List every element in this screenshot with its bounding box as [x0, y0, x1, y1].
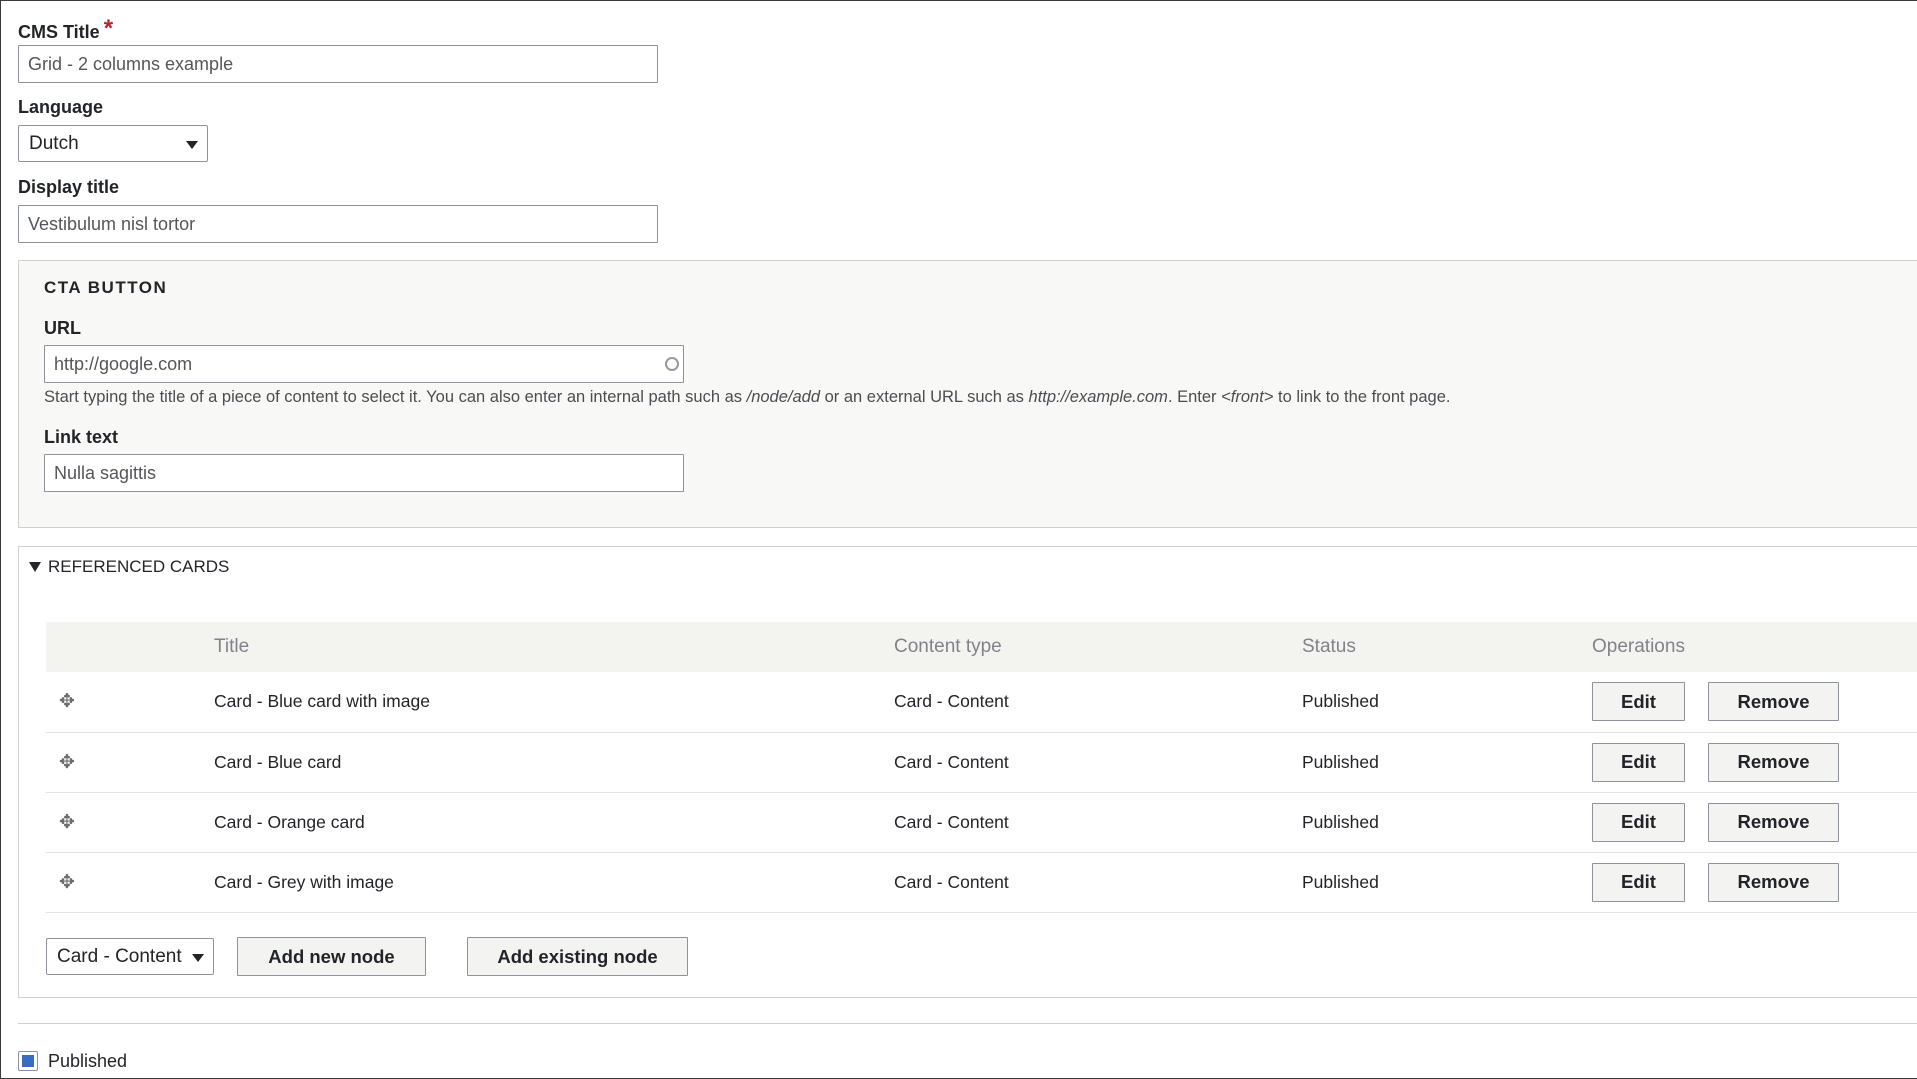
url-label: URL — [44, 318, 81, 338]
edit-button[interactable]: Edit — [1592, 682, 1685, 722]
drag-handle-icon[interactable]: ✥ — [57, 812, 77, 833]
row-content-type: Card - Content — [894, 732, 1302, 793]
row-operations: Edit Remove — [1592, 792, 1917, 853]
referenced-cards-summary-label: REFERENCED CARDS — [48, 557, 230, 576]
display-title-input[interactable]: Vestibulum nisl tortor — [18, 205, 658, 243]
url-description-example-front: <front> — [1221, 388, 1274, 406]
table-header-row: Title Content type Status Operations — [46, 622, 1917, 672]
published-label: Published — [48, 1051, 128, 1071]
url-input-value: http://google.com — [54, 354, 193, 374]
node-edit-form: CMS Title * Grid - 2 columns example Lang… — [0, 0, 1917, 1079]
table-row: ✥ Card - Blue card with image Card - Con… — [46, 672, 1917, 733]
drag-handle-icon[interactable]: ✥ — [57, 872, 77, 893]
bundle-select-value: Card - Content — [57, 946, 182, 967]
url-description-text-1: Start typing the title of a piece of con… — [44, 388, 747, 406]
drag-cell: ✥ — [46, 732, 214, 793]
remove-button[interactable]: Remove — [1708, 682, 1839, 722]
cta-button-fieldset: CTA BUTTON URL http://google.com Start t… — [18, 260, 1917, 528]
add-node-actions: Card - Content Add new node Add existing… — [46, 937, 688, 976]
language-select-value: Dutch — [29, 133, 79, 154]
url-description-example-internal: /node/add — [746, 388, 821, 406]
row-content-type: Card - Content — [894, 672, 1302, 733]
link-text-label: Link text — [44, 427, 119, 447]
row-title: Card - Orange card — [214, 792, 894, 853]
chevron-down-icon — [186, 141, 198, 149]
edit-button[interactable]: Edit — [1592, 862, 1685, 902]
row-status: Published — [1302, 732, 1592, 793]
drag-handle-icon[interactable]: ✥ — [57, 752, 77, 773]
chevron-down-icon — [192, 954, 204, 962]
edit-button[interactable]: Edit — [1592, 742, 1685, 782]
column-title: Title — [214, 636, 250, 657]
url-description-text-4: to link to the front page. — [1273, 388, 1451, 406]
bundle-select[interactable]: Card - Content — [46, 938, 214, 975]
triangle-down-icon — [29, 562, 41, 572]
url-description: Start typing the title of a piece of con… — [44, 388, 1450, 407]
url-description-text-3: . Enter — [1167, 388, 1222, 406]
table-row: ✥ Card - Blue card Card - Content Publis… — [46, 732, 1917, 793]
row-operations: Edit Remove — [1592, 672, 1917, 733]
column-drag — [46, 622, 214, 672]
remove-button[interactable]: Remove — [1708, 862, 1839, 902]
display-title-label: Display title — [18, 177, 120, 197]
language-select[interactable]: Dutch — [18, 125, 208, 162]
remove-button[interactable]: Remove — [1708, 802, 1839, 842]
row-title: Card - Grey with image — [214, 852, 894, 913]
column-content-type: Content type — [894, 636, 1002, 657]
url-input[interactable]: http://google.com — [44, 345, 684, 383]
autocomplete-throbber-icon — [665, 357, 679, 371]
link-text-input[interactable]: Nulla sagittis — [44, 454, 684, 492]
referenced-cards-details: REFERENCED CARDS Title Content type Stat… — [18, 546, 1917, 998]
row-status: Published — [1302, 852, 1592, 913]
drag-cell: ✥ — [46, 852, 214, 913]
drag-cell: ✥ — [46, 672, 214, 733]
checkbox-checked-mark — [22, 1055, 34, 1067]
table-row: ✥ Card - Orange card Card - Content Publ… — [46, 792, 1917, 853]
column-status: Status — [1302, 636, 1356, 657]
table-row: ✥ Card - Grey with image Card - Content … — [46, 852, 1917, 913]
row-operations: Edit Remove — [1592, 732, 1917, 793]
drag-handle-icon[interactable]: ✥ — [57, 692, 77, 712]
column-operations: Operations — [1592, 636, 1685, 657]
divider — [18, 1023, 1917, 1024]
required-marker: * — [103, 15, 114, 42]
add-existing-node-button[interactable]: Add existing node — [467, 937, 688, 976]
published-checkbox[interactable] — [18, 1051, 38, 1071]
row-status: Published — [1302, 672, 1592, 733]
cms-title-input[interactable]: Grid - 2 columns example — [18, 45, 658, 83]
row-content-type: Card - Content — [894, 852, 1302, 913]
url-description-example-external: http://example.com — [1028, 388, 1168, 406]
referenced-cards-summary[interactable]: REFERENCED CARDS — [29, 557, 229, 577]
language-label: Language — [18, 97, 104, 117]
cta-button-legend: CTA BUTTON — [44, 278, 168, 297]
row-status: Published — [1302, 792, 1592, 853]
row-operations: Edit Remove — [1592, 852, 1917, 913]
referenced-cards-table: Title Content type Status Operations ✥ C… — [46, 622, 1917, 913]
cms-title-label-text: CMS Title — [18, 22, 100, 42]
remove-button[interactable]: Remove — [1708, 742, 1839, 782]
url-description-text-2: or an external URL such as — [820, 388, 1029, 406]
edit-button[interactable]: Edit — [1592, 802, 1685, 842]
row-title: Card - Blue card — [214, 732, 894, 793]
row-content-type: Card - Content — [894, 792, 1302, 853]
drag-cell: ✥ — [46, 792, 214, 853]
cms-title-label: CMS Title * — [18, 15, 114, 45]
add-new-node-button[interactable]: Add new node — [237, 937, 426, 976]
row-title: Card - Blue card with image — [214, 672, 894, 733]
